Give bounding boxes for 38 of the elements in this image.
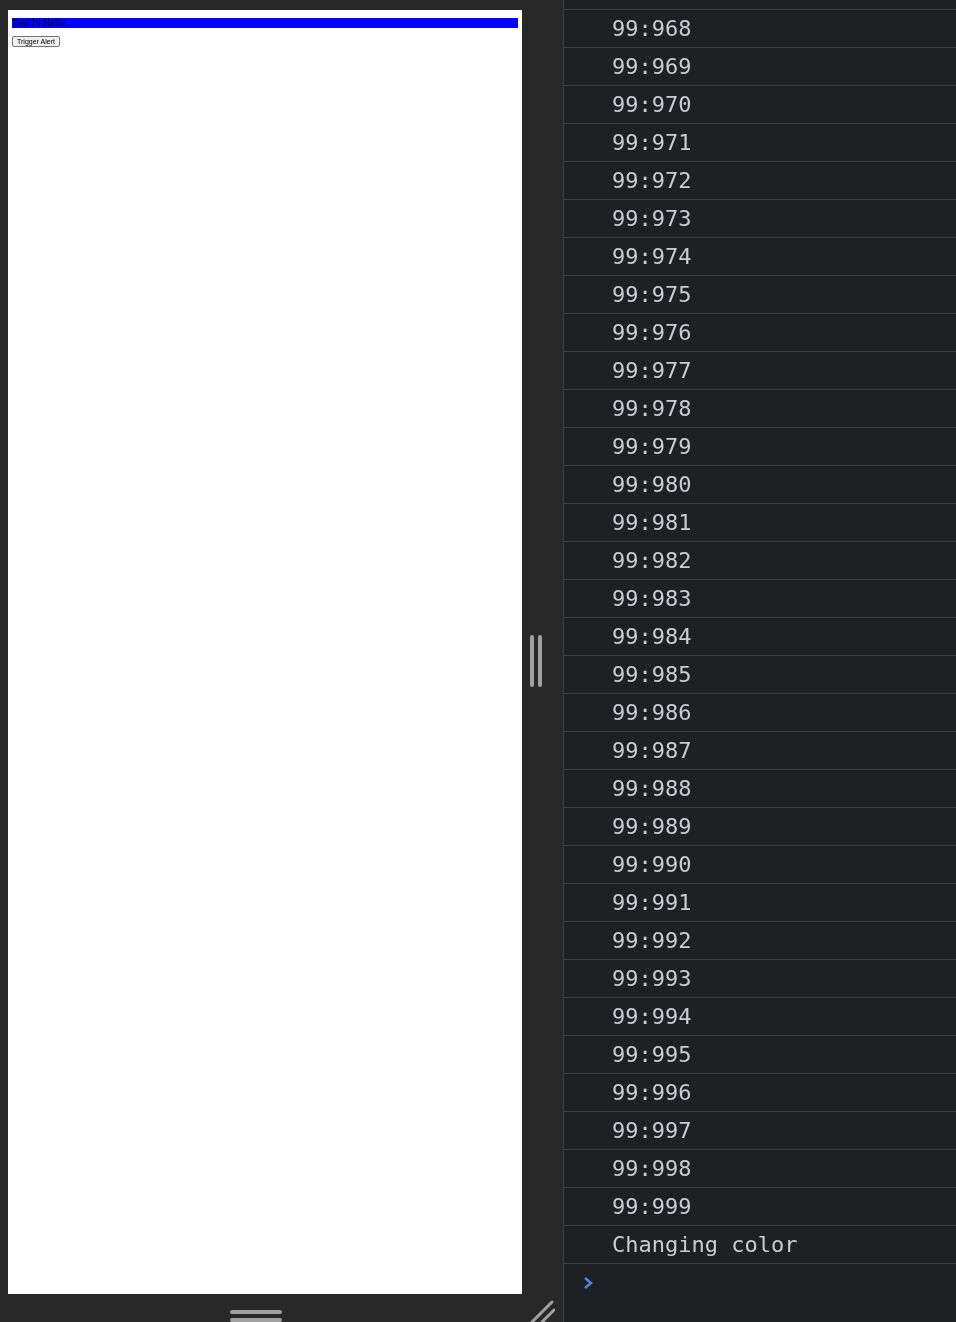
console-message: 99:986	[612, 700, 692, 725]
console-message: 99:983	[612, 586, 692, 611]
console-message: 99:970	[612, 92, 692, 117]
console-message: 99:996	[612, 1080, 692, 1105]
console-message: 99:997	[612, 1118, 692, 1143]
console-message: 99:968	[612, 16, 692, 41]
console-message: 99:973	[612, 206, 692, 231]
banner-text: Test JS Hello	[12, 18, 518, 28]
console-message: 99:993	[612, 966, 692, 991]
console-message: 99:978	[612, 396, 692, 421]
console-message: 99:981	[612, 510, 692, 535]
console-message: 99:990	[612, 852, 692, 877]
drag-handle-icon[interactable]	[230, 1308, 282, 1322]
resize-corner-icon[interactable]	[530, 1300, 555, 1322]
console-message: 99:998	[612, 1156, 692, 1181]
console-message: 99:994	[612, 1004, 692, 1029]
console-message: 99:972	[612, 168, 692, 193]
console-message: 99:971	[612, 130, 692, 155]
console-message: 99:999	[612, 1194, 692, 1219]
console-message: 99:984	[612, 624, 692, 649]
console-message: 99:995	[612, 1042, 692, 1067]
console-message: 99:976	[612, 320, 692, 345]
prompt-chevron-icon[interactable]	[583, 1276, 593, 1290]
console-message: 99:982	[612, 548, 692, 573]
console-message: 99:991	[612, 890, 692, 915]
console-message: 99:975	[612, 282, 692, 307]
console-message: 99:988	[612, 776, 692, 801]
console-message: 99:974	[612, 244, 692, 269]
console-message: 99:977	[612, 358, 692, 383]
console-message: 99:969	[612, 54, 692, 79]
console-message: Changing color	[612, 1232, 798, 1257]
splitter-handle-icon[interactable]	[529, 635, 542, 687]
console-message: 99:992	[612, 928, 692, 953]
console-message: 99:989	[612, 814, 692, 839]
console-message: 99:979	[612, 434, 692, 459]
console-message: 99:985	[612, 662, 692, 687]
console-message: 99:987	[612, 738, 692, 763]
console-message: 99:980	[612, 472, 692, 497]
